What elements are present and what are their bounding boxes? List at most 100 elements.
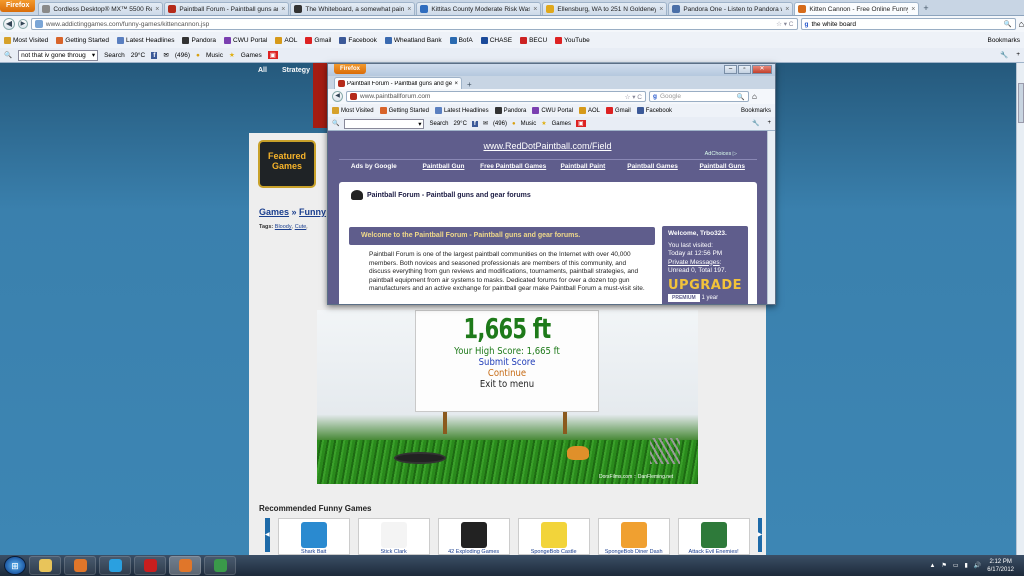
ad-choices-link[interactable]: AdChoices ▷ [705, 151, 737, 157]
new-tab-button[interactable]: + [464, 80, 475, 89]
submit-score-button[interactable]: Submit Score [430, 357, 585, 368]
add-icon[interactable]: + [767, 120, 771, 127]
bookmark-item[interactable]: Facebook [339, 36, 377, 44]
bookmark-item[interactable]: Getting Started [379, 107, 429, 114]
taskbar-app-acrobat[interactable] [134, 556, 166, 575]
bookmarks-menu[interactable]: Bookmarks [741, 108, 771, 114]
tag-cute[interactable]: Cute [295, 224, 307, 230]
music-button[interactable]: Music [521, 121, 537, 127]
forum-title[interactable]: Paintball Forum - Paintball guns and gea… [367, 192, 531, 199]
bookmark-star-icon[interactable]: ☆ ▾ C [625, 93, 642, 101]
close-button[interactable]: ✕ [752, 65, 772, 74]
bookmark-item[interactable]: CWU Portal [224, 36, 267, 44]
private-messages-link[interactable]: Private Messages [668, 259, 720, 266]
browser-tab[interactable]: Cordless Desktop® MX™ 5500 Rev... × [38, 1, 164, 15]
battery-icon[interactable]: ▭ [953, 562, 959, 569]
toolbar-search-select[interactable]: ▾ [344, 118, 425, 129]
home-icon[interactable]: ⌂ [752, 92, 757, 101]
continue-button[interactable]: Continue [430, 368, 585, 379]
bookmark-item[interactable]: Wheatland Bank [384, 36, 442, 44]
browser-tab[interactable]: Ellensburg, WA to 251 N Goldeneye... × [542, 1, 668, 15]
close-tab-icon[interactable]: × [454, 81, 458, 87]
close-tab-icon[interactable]: × [785, 6, 789, 13]
bookmark-item[interactable]: Most Visited [332, 107, 374, 114]
toolbar-extra-icon[interactable]: ▣ [267, 51, 278, 59]
facebook-icon[interactable]: f [471, 120, 478, 127]
search-icon[interactable]: 🔍 [1003, 20, 1011, 28]
back-button[interactable]: ◀ [3, 18, 15, 30]
network-icon[interactable]: ▮ [965, 562, 968, 569]
bookmark-item[interactable]: CHASE [480, 36, 512, 44]
bookmark-item[interactable]: YouTube [555, 36, 590, 44]
mail-icon[interactable]: ✉ [163, 51, 168, 59]
bookmark-item[interactable]: Most Visited [4, 36, 48, 44]
tray-chevron-icon[interactable]: ▲ [929, 563, 935, 569]
search-bar[interactable]: g the white board 🔍 [800, 18, 1016, 30]
bookmark-item[interactable]: Facebook [636, 107, 672, 114]
taskbar-app-skype[interactable] [99, 556, 131, 575]
weather-temperature[interactable]: 29°C [131, 52, 146, 59]
bookmark-item[interactable]: Getting Started [56, 36, 109, 44]
ad-link-paintball-games[interactable]: Paintball Games [618, 160, 688, 181]
game-canvas[interactable]: 1,665 ft Your High Score: 1,665 ft Submi… [317, 310, 698, 484]
paintball-forum-window[interactable]: Firefox – ▫ ✕ Paintball Forum - Paintbal… [327, 63, 776, 305]
taskbar-app-firefox[interactable] [64, 556, 96, 575]
toolbar-search-select[interactable]: not that iv gone throug ▾ [18, 49, 99, 61]
bookmark-item[interactable]: BECU [520, 36, 547, 44]
close-tab-icon[interactable]: × [659, 6, 663, 13]
bookmarks-menu[interactable]: Bookmarks [987, 37, 1020, 44]
recommended-game-card[interactable]: SpongeBob Diner Dash [597, 518, 670, 555]
start-button[interactable]: ⊞ [4, 556, 26, 575]
bookmark-item[interactable]: Latest Headlines [434, 107, 489, 114]
flag-icon[interactable]: ⚑ [941, 562, 946, 569]
carousel-left-arrow[interactable]: ◀ [265, 518, 270, 552]
popup-url-bar[interactable]: www.paintballforum.com ☆ ▾ C [346, 91, 646, 102]
close-tab-icon[interactable]: × [407, 6, 411, 13]
popup-search-bar[interactable]: g Google 🔍 [649, 91, 749, 102]
close-tab-icon[interactable]: × [533, 6, 537, 13]
nav-strategy[interactable]: Strategy [282, 67, 310, 74]
window-titlebar[interactable]: Firefox – ▫ ✕ [328, 64, 775, 76]
forward-button[interactable]: ▶ [17, 19, 28, 29]
firefox-menu-button[interactable]: Firefox [0, 0, 36, 12]
mail-count[interactable]: (496) [493, 121, 507, 127]
wrench-icon[interactable]: 🔧 [1000, 51, 1008, 59]
toolbar-search-button[interactable]: Search [104, 52, 125, 59]
exit-to-menu-button[interactable]: Exit to menu [430, 379, 585, 390]
toolbar-search-button[interactable]: Search [429, 121, 448, 127]
browser-tab[interactable]: Paintball Forum - Paintball guns an... × [164, 1, 290, 15]
ad-url-link[interactable]: www.RedDotPaintball.com/Field [328, 141, 767, 151]
bookmark-item[interactable]: Latest Headlines [117, 36, 174, 44]
bookmark-item[interactable]: CWU Portal [532, 107, 573, 114]
ad-link-free-paintball-games[interactable]: Free Paintball Games [478, 160, 548, 181]
facebook-icon[interactable]: f [151, 51, 158, 59]
volume-icon[interactable]: 🔊 [974, 562, 981, 569]
bookmark-item[interactable]: Pandora [182, 36, 216, 44]
breadcrumb-funny[interactable]: Funny [299, 207, 326, 217]
close-tab-icon[interactable]: × [281, 6, 285, 13]
close-tab-icon[interactable]: × [911, 6, 915, 13]
breadcrumb-games[interactable]: Games [259, 207, 289, 217]
home-icon[interactable]: ⌂ [1019, 19, 1024, 29]
url-bar[interactable]: www.addictinggames.com/funny-games/kitte… [30, 18, 798, 30]
taskbar-app-explorer[interactable] [29, 556, 61, 575]
music-button[interactable]: Music [206, 52, 223, 59]
recommended-game-card[interactable]: SpongeBob Castle [517, 518, 590, 555]
bookmark-item[interactable]: AOL [579, 107, 600, 114]
browser-tab[interactable]: Kitten Cannon - Free Online Funny ... × [794, 1, 920, 15]
bookmark-item[interactable]: Pandora [494, 107, 526, 114]
popup-firefox-menu-button[interactable]: Firefox [334, 64, 367, 74]
browser-tab[interactable]: The Whiteboard, a somewhat paint... × [290, 1, 416, 15]
bookmark-item[interactable]: Gmail [606, 107, 631, 114]
taskbar-app-app[interactable] [204, 556, 236, 575]
carousel-right-arrow[interactable]: ▶ [757, 518, 763, 552]
close-tab-icon[interactable]: × [155, 6, 159, 13]
nav-all[interactable]: All [258, 67, 267, 74]
recommended-game-card[interactable]: Attack Evil Enemies! [677, 518, 750, 555]
taskbar-app-firefox-active[interactable] [169, 556, 201, 575]
featured-games-badge[interactable]: Featured Games [258, 140, 316, 188]
ad-link-paintball-gun[interactable]: Paintball Gun [409, 160, 479, 181]
scrollbar-thumb[interactable] [1018, 83, 1024, 123]
mail-count[interactable]: (496) [175, 52, 190, 59]
popup-scrollbar[interactable] [767, 131, 775, 304]
